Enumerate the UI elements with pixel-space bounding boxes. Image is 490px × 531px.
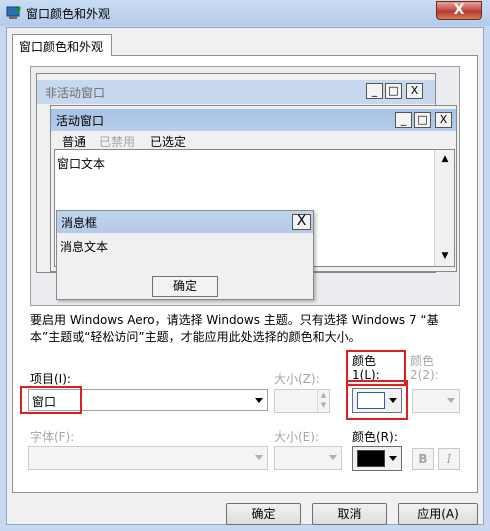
- message-box-ok-button[interactable]: 确定: [152, 276, 218, 297]
- menu-item-disabled[interactable]: 已禁用: [99, 133, 135, 150]
- apply-button[interactable]: 应用(A): [398, 503, 478, 525]
- size1-label: 大小(Z):: [274, 372, 320, 386]
- message-box-close-icon: X: [292, 214, 311, 230]
- window-text: 窗口文本: [57, 157, 106, 171]
- chevron-down-icon: [389, 456, 397, 461]
- item-select-highlight: [20, 386, 82, 414]
- color2-button[interactable]: [412, 389, 460, 413]
- tab-label: 窗口颜色和外观: [19, 40, 104, 54]
- aero-notice: 要启用 Windows Aero，请选择 Windows 主题。只有选择 Win…: [30, 313, 439, 344]
- font-select[interactable]: [28, 446, 268, 470]
- window-title: 窗口颜色和外观: [26, 7, 111, 21]
- font-color-button[interactable]: [352, 446, 402, 471]
- spinner-arrows-icon: ▲ ▼: [317, 390, 329, 412]
- chevron-down-icon: [447, 398, 455, 403]
- active-close-icon: X: [435, 112, 452, 128]
- chevron-down-icon: [255, 455, 263, 460]
- appearance-icon: [6, 6, 21, 19]
- close-icon: X: [453, 2, 465, 18]
- italic-button[interactable]: I: [438, 448, 460, 470]
- color1-button-highlight: [346, 380, 408, 420]
- font-color-swatch: [357, 450, 385, 467]
- active-minimize-icon: _: [395, 112, 412, 128]
- item-label: 项目(I):: [30, 372, 71, 386]
- font-size-select[interactable]: [274, 446, 342, 470]
- inactive-maximize-icon: □: [385, 83, 402, 99]
- inactive-close-icon: X: [406, 83, 423, 99]
- chevron-down-icon: [329, 455, 337, 460]
- message-box-title[interactable]: 消息框: [57, 211, 313, 233]
- font-size-label: 大小(E):: [274, 430, 319, 444]
- font-color-label: 颜色(R):: [352, 430, 398, 444]
- close-window-button[interactable]: X: [436, 1, 482, 20]
- inactive-minimize-icon: _: [366, 83, 383, 99]
- color2-label-line2: 2(2):: [410, 368, 439, 382]
- font-label: 字体(F):: [30, 430, 75, 444]
- chevron-down-icon: [255, 398, 263, 403]
- bold-button[interactable]: B: [412, 448, 434, 470]
- scroll-up-icon: ▲: [441, 154, 449, 164]
- color2-label-line1: 颜色: [410, 354, 435, 368]
- scrollbar-preview[interactable]: ▲ ▼: [434, 150, 454, 266]
- ok-button[interactable]: 确定: [226, 503, 301, 525]
- cancel-button[interactable]: 取消: [312, 503, 387, 525]
- tab-window-color-appearance[interactable]: 窗口颜色和外观: [12, 34, 112, 56]
- scroll-down-icon: ▼: [441, 251, 449, 261]
- size1-spinner[interactable]: ▲ ▼: [274, 389, 330, 413]
- active-maximize-icon: □: [414, 112, 431, 128]
- menu-item-normal[interactable]: 普通: [62, 133, 86, 150]
- message-box-text[interactable]: 消息文本: [60, 238, 108, 255]
- menu-item-selected[interactable]: 已选定: [150, 133, 186, 150]
